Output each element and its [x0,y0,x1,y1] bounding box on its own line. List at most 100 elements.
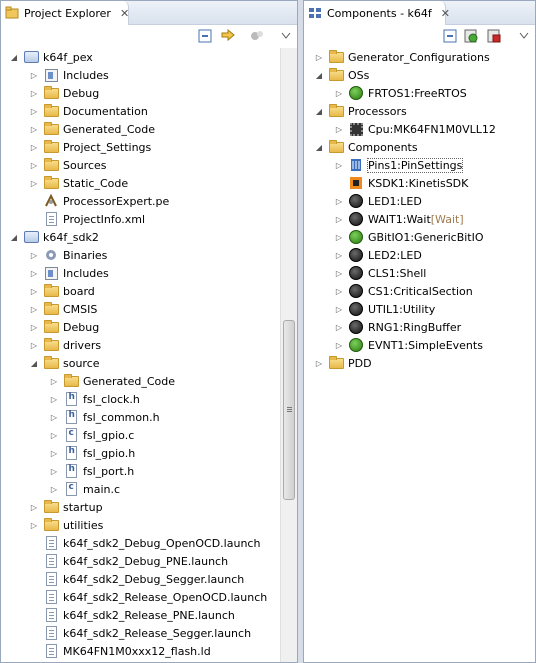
tree-item[interactable]: ▷ fsl_gpio.h [49,444,135,462]
collapsed-twisty-icon[interactable]: ▷ [29,142,39,152]
tree-item[interactable]: ▷ CLS1:Shell [334,264,426,282]
collapse-all-icon[interactable] [442,28,458,44]
collapsed-twisty-icon[interactable]: ▷ [334,322,344,332]
tree-item[interactable]: ◢ source [29,354,100,372]
collapsed-twisty-icon[interactable]: ▷ [49,448,59,458]
collapsed-twisty-icon[interactable]: ▷ [334,286,344,296]
components-tab[interactable]: Components - k64f ✕ [304,1,450,25]
tree-item[interactable]: ▷ fsl_port.h [49,462,134,480]
tree-item[interactable]: ▷ fsl_common.h [49,408,160,426]
expanded-twisty-icon[interactable]: ◢ [314,142,324,152]
tree-item[interactable]: ▷ main.c [49,480,120,498]
tree-item[interactable]: ▷ PDD [314,354,372,372]
tree-item[interactable]: k64f_sdk2_Debug_OpenOCD.launch [29,534,260,552]
collapsed-twisty-icon[interactable]: ▷ [49,394,59,404]
tree-item[interactable]: ▷ utilities [29,516,103,534]
view-menu-chevron-down-icon[interactable] [516,28,532,44]
tree-item[interactable]: ▷ Generator_Configurations [314,48,490,66]
scrollbar-thumb[interactable] [283,320,295,500]
tree-item[interactable]: ▷ Static_Code [29,174,128,192]
collapsed-twisty-icon[interactable]: ▷ [29,88,39,98]
collapse-all-icon[interactable] [197,28,213,44]
collapsed-twisty-icon[interactable]: ▷ [334,88,344,98]
tree-item[interactable]: ▷ Generated_Code [49,372,175,390]
collapsed-twisty-icon[interactable]: ▷ [49,412,59,422]
expanded-twisty-icon[interactable]: ◢ [314,70,324,80]
tree-item[interactable]: ◢ k64f_sdk2 [9,228,99,246]
collapsed-twisty-icon[interactable]: ▷ [29,268,39,278]
tree-item[interactable]: ▷ fsl_clock.h [49,390,140,408]
tree-item[interactable]: ▷ CMSIS [29,300,97,318]
collapsed-twisty-icon[interactable]: ▷ [49,376,59,386]
tree-item[interactable]: ◢ Processors [314,102,407,120]
tree-item[interactable]: k64f_sdk2_Release_OpenOCD.launch [29,588,267,606]
tree-item[interactable]: ▷ CS1:CriticalSection [334,282,473,300]
collapsed-twisty-icon[interactable]: ▷ [29,250,39,260]
tree-item[interactable]: ▷ FRTOS1:FreeRTOS [334,84,467,102]
collapsed-twisty-icon[interactable]: ▷ [334,304,344,314]
collapsed-twisty-icon[interactable]: ▷ [29,304,39,314]
project-explorer-tab[interactable]: Project Explorer ✕ [1,1,129,25]
tree-item[interactable]: ▷ Pins1:PinSettings [334,156,464,174]
expanded-twisty-icon[interactable]: ◢ [9,232,19,242]
collapsed-twisty-icon[interactable]: ▷ [49,466,59,476]
tree-item[interactable]: ▷ LED1:LED [334,192,422,210]
collapsed-twisty-icon[interactable]: ▷ [334,214,344,224]
tree-item[interactable]: ▷ Generated_Code [29,120,155,138]
tree-item[interactable]: k64f_sdk2_Release_PNE.launch [29,606,235,624]
expanded-twisty-icon[interactable]: ◢ [314,106,324,116]
tree-item[interactable]: ▷ Includes [29,66,109,84]
collapsed-twisty-icon[interactable]: ▷ [314,52,324,62]
tree-item[interactable]: ▷ board [29,282,95,300]
collapsed-twisty-icon[interactable]: ▷ [334,250,344,260]
tree-item[interactable]: ▷ Documentation [29,102,148,120]
collapsed-twisty-icon[interactable]: ▷ [334,268,344,278]
tree-item[interactable]: ▷ Debug [29,84,99,102]
expanded-twisty-icon[interactable]: ◢ [9,52,19,62]
collapsed-twisty-icon[interactable]: ▷ [29,340,39,350]
tree-item[interactable]: ▷ Debug [29,318,99,336]
tree-item[interactable]: KSDK1:KinetisSDK [334,174,468,192]
close-icon[interactable]: ✕ [120,7,129,20]
tree-item[interactable]: ▷ Cpu:MK64FN1M0VLL12 [334,120,496,138]
vertical-scrollbar[interactable] [280,48,297,662]
collapsed-twisty-icon[interactable]: ▷ [29,106,39,116]
collapsed-twisty-icon[interactable]: ▷ [29,520,39,530]
tree-item[interactable]: ▷ EVNT1:SimpleEvents [334,336,483,354]
expanded-twisty-icon[interactable]: ◢ [29,358,39,368]
view-menu-chevron-down-icon[interactable] [278,28,294,44]
build-icon[interactable] [486,28,502,44]
close-icon[interactable]: ✕ [441,7,450,20]
tree-item[interactable]: ▷ LED2:LED [334,246,422,264]
collapsed-twisty-icon[interactable]: ▷ [29,502,39,512]
collapsed-twisty-icon[interactable]: ▷ [334,124,344,134]
generate-code-icon[interactable] [463,28,479,44]
tree-item[interactable]: k64f_sdk2_Debug_Segger.launch [29,570,244,588]
tree-item[interactable]: ▷ drivers [29,336,101,354]
tree-item[interactable]: ProjectInfo.xml [29,210,145,228]
tree-item[interactable]: ▷ Binaries [29,246,107,264]
collapsed-twisty-icon[interactable]: ▷ [29,124,39,134]
tree-item[interactable]: ◢ OSs [314,66,369,84]
collapsed-twisty-icon[interactable]: ▷ [314,358,324,368]
collapsed-twisty-icon[interactable]: ▷ [29,178,39,188]
tree-item[interactable]: ▷ RNG1:RingBuffer [334,318,461,336]
collapsed-twisty-icon[interactable]: ▷ [29,322,39,332]
collapsed-twisty-icon[interactable]: ▷ [49,484,59,494]
collapsed-twisty-icon[interactable]: ▷ [29,286,39,296]
tree-item[interactable]: k64f_sdk2_Release_Segger.launch [29,624,251,642]
collapsed-twisty-icon[interactable]: ▷ [334,160,344,170]
collapsed-twisty-icon[interactable]: ▷ [49,430,59,440]
tree-item[interactable]: ▷ GBitIO1:GenericBitIO [334,228,484,246]
tree-item[interactable]: ▷ WAIT1:Wait [Wait] [334,210,464,228]
tree-item[interactable]: ▷ Sources [29,156,107,174]
tree-item[interactable]: ▷ UTIL1:Utility [334,300,435,318]
tree-item[interactable]: MK64FN1M0xxx12_flash.ld [29,642,211,660]
tree-item[interactable]: ▷ Includes [29,264,109,282]
tree-item[interactable]: ▷ startup [29,498,103,516]
tree-item[interactable]: k64f_sdk2_Debug_PNE.launch [29,552,228,570]
tree-item[interactable]: ProcessorExpert.pe [29,192,169,210]
collapsed-twisty-icon[interactable]: ▷ [334,196,344,206]
collapsed-twisty-icon[interactable]: ▷ [29,160,39,170]
tree-item[interactable]: ◢ Components [314,138,418,156]
